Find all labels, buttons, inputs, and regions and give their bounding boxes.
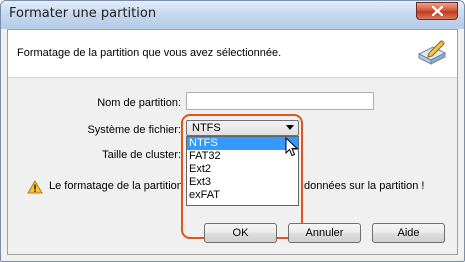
header-description: Formatage de la partition que vous avez …	[17, 47, 282, 59]
filesystem-selected-value: NTFS	[192, 122, 221, 134]
warning-text-start: Le formatage de la partition	[49, 180, 181, 192]
filesystem-dropdown-list: NTFS FAT32 Ext2 Ext3 exFAT	[186, 136, 299, 206]
ok-button[interactable]: OK	[204, 223, 277, 243]
filesystem-option[interactable]: Ext2	[187, 163, 298, 176]
filesystem-select[interactable]: NTFS	[186, 120, 299, 136]
cancel-button[interactable]: Annuler	[288, 223, 361, 243]
filesystem-option[interactable]: exFAT	[187, 189, 298, 202]
filesystem-option[interactable]: NTFS	[187, 137, 298, 150]
dialog-body: Formatage de la partition que vous avez …	[7, 29, 458, 255]
filesystem-option[interactable]: FAT32	[187, 150, 298, 163]
disk-edit-icon	[417, 40, 447, 65]
partition-name-input[interactable]	[186, 92, 374, 110]
header-panel: Formatage de la partition que vous avez …	[8, 30, 457, 78]
mouse-cursor-icon	[285, 137, 298, 157]
filesystem-label: Système de fichier:	[87, 124, 181, 136]
help-button[interactable]: Aide	[372, 223, 445, 243]
cluster-size-label: Taille de cluster:	[102, 149, 181, 161]
title-bar[interactable]: Formater une partition	[1, 1, 464, 28]
partition-name-label: Nom de partition:	[97, 97, 181, 109]
warning-text-end: données sur la partition !	[304, 180, 425, 192]
filesystem-option[interactable]: Ext3	[187, 176, 298, 189]
chevron-down-icon	[286, 125, 294, 130]
format-partition-dialog: Formater une partition Formatage de la p…	[0, 0, 465, 262]
close-icon	[432, 6, 443, 16]
warning-icon	[27, 180, 43, 194]
window-title: Formater une partition	[9, 6, 157, 21]
close-button[interactable]	[416, 2, 458, 20]
